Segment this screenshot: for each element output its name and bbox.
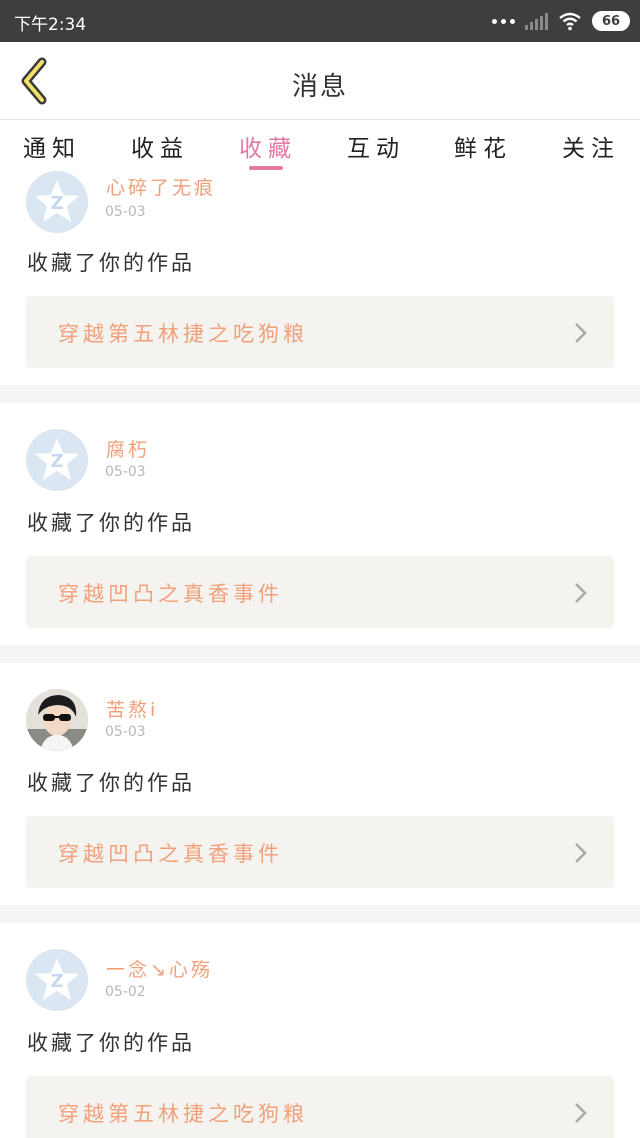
svg-text:Z: Z [50, 193, 63, 214]
work-title: 穿越第五林捷之吃狗粮 [58, 1102, 308, 1126]
status-icons: 66 [492, 0, 630, 42]
work-card[interactable]: 穿越第五林捷之吃狗粮 [26, 1076, 614, 1138]
work-card[interactable]: 穿越第五林捷之吃狗粮 [26, 296, 614, 368]
signal-icon [525, 12, 548, 30]
chevron-right-icon [575, 323, 587, 343]
avatar[interactable] [26, 689, 88, 751]
tab-follows[interactable]: 关注 [551, 129, 631, 163]
list-item: Z 心碎了无痕 05-03 收藏了你的作品 穿越第五林捷之吃狗粮 [0, 171, 640, 385]
action-text: 收藏了你的作品 [27, 251, 195, 275]
svg-text:Z: Z [50, 971, 63, 992]
tab-earnings[interactable]: 收益 [120, 129, 200, 163]
work-title: 穿越凹凸之真香事件 [58, 842, 283, 866]
tab-notifications[interactable]: 通知 [12, 129, 92, 163]
avatar[interactable]: Z [26, 171, 88, 233]
section-divider [0, 645, 640, 663]
user-name[interactable]: 一念↘心殇 [106, 955, 213, 982]
avatar[interactable]: Z [26, 949, 88, 1011]
tab-flowers[interactable]: 鲜花 [443, 129, 523, 163]
chevron-right-icon [575, 583, 587, 603]
header: 消息 [0, 42, 640, 120]
section-divider [0, 905, 640, 923]
work-card[interactable]: 穿越凹凸之真香事件 [26, 816, 614, 888]
action-text: 收藏了你的作品 [27, 771, 195, 795]
user-name[interactable]: 腐朽 [106, 435, 150, 462]
action-text: 收藏了你的作品 [27, 511, 195, 535]
chevron-right-icon [575, 843, 587, 863]
work-title: 穿越第五林捷之吃狗粮 [58, 322, 308, 346]
page-title: 消息 [291, 72, 348, 102]
list-item: Z 一念↘心殇 05-02 收藏了你的作品 穿越第五林捷之吃狗粮 [0, 923, 640, 1138]
timestamp: 05-03 [105, 464, 146, 480]
tab-favorites[interactable]: 收藏 [228, 129, 308, 163]
status-time: 下午2:34 [14, 15, 87, 35]
tab-interactions[interactable]: 互动 [336, 129, 416, 163]
list-item: Z 腐朽 05-03 收藏了你的作品 穿越凹凸之真香事件 [0, 403, 640, 645]
battery-icon: 66 [592, 11, 630, 31]
chevron-right-icon [575, 1103, 587, 1123]
favorites-feed: Z 心碎了无痕 05-03 收藏了你的作品 穿越第五林捷之吃狗粮 Z 腐朽 05… [0, 171, 640, 1138]
active-tab-indicator [249, 166, 283, 170]
timestamp: 05-02 [105, 984, 146, 1000]
work-title: 穿越凹凸之真香事件 [58, 582, 283, 606]
list-item: 苦熬i 05-03 收藏了你的作品 穿越凹凸之真香事件 [0, 663, 640, 905]
user-name[interactable]: 心碎了无痕 [106, 173, 216, 200]
action-text: 收藏了你的作品 [27, 1031, 195, 1055]
timestamp: 05-03 [105, 204, 146, 220]
svg-text:Z: Z [50, 451, 63, 472]
tab-bar: 通知 收益 收藏 互动 鲜花 关注 [0, 121, 640, 171]
default-qq-avatar-icon: Z [26, 171, 88, 233]
more-dots-icon [492, 18, 515, 24]
user-name[interactable]: 苦熬i [106, 695, 158, 722]
timestamp: 05-03 [105, 724, 146, 740]
default-qq-avatar-icon: Z [26, 949, 88, 1011]
section-divider [0, 385, 640, 403]
wifi-icon [559, 12, 581, 31]
work-card[interactable]: 穿越凹凸之真香事件 [26, 556, 614, 628]
avatar[interactable]: Z [26, 429, 88, 491]
default-qq-avatar-icon: Z [26, 429, 88, 491]
status-bar: 下午2:34 66 [0, 0, 640, 42]
user-photo-avatar [26, 689, 88, 751]
